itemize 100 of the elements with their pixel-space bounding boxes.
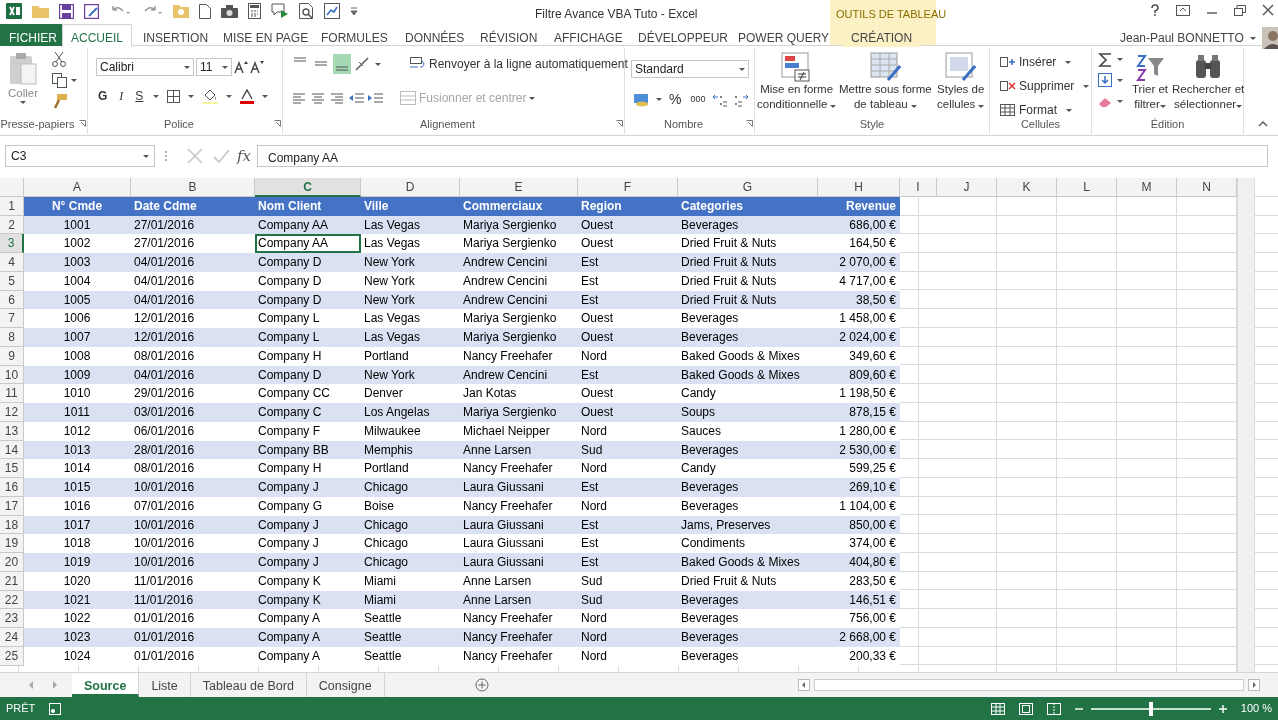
caret-icon[interactable]	[71, 79, 77, 82]
ribbon-tab[interactable]: RÉVISION	[471, 24, 547, 47]
ribbon-display-icon[interactable]	[1176, 4, 1190, 16]
increase-decimal-icon[interactable]	[712, 92, 729, 107]
close-icon[interactable]	[1262, 4, 1274, 16]
dialog-launcher-icon[interactable]	[746, 120, 753, 127]
copy-icon[interactable]	[52, 73, 67, 88]
page-layout-icon[interactable]	[1018, 702, 1033, 715]
column-header[interactable]: H	[818, 178, 900, 197]
bold-button[interactable]: G	[96, 86, 110, 106]
dialog-launcher-icon[interactable]	[616, 120, 623, 127]
column-header[interactable]: M	[1117, 178, 1177, 197]
save-as-icon[interactable]	[84, 3, 99, 19]
speech-play-icon[interactable]	[271, 3, 289, 19]
fill-down-icon[interactable]	[1098, 73, 1113, 88]
new-sheet-icon[interactable]	[474, 678, 489, 692]
ribbon-tab[interactable]: ACCUEIL	[62, 24, 132, 47]
print-preview-icon[interactable]	[299, 3, 314, 19]
active-cell[interactable]: Company AA	[255, 234, 361, 253]
normal-view-icon[interactable]	[990, 702, 1005, 715]
ribbon-tab[interactable]: DONNÉES	[396, 24, 474, 47]
row-header[interactable]: 8	[0, 328, 24, 347]
fill-color-icon[interactable]	[202, 88, 219, 104]
dialog-launcher-icon[interactable]	[79, 120, 86, 127]
customize-arrow-icon[interactable]	[350, 6, 358, 16]
column-header[interactable]: K	[997, 178, 1057, 197]
caret-icon[interactable]	[1117, 79, 1123, 82]
caret-icon[interactable]	[188, 94, 195, 98]
sort-filter-button[interactable]: Trier et filtrer	[1132, 52, 1168, 112]
font-color-icon[interactable]	[240, 88, 255, 104]
column-header[interactable]: J	[937, 178, 997, 197]
column-header[interactable]: L	[1057, 178, 1117, 197]
caret-icon[interactable]	[153, 94, 160, 98]
help-icon[interactable]	[1150, 4, 1160, 16]
column-header[interactable]: A	[24, 178, 131, 197]
number-format-dropdown[interactable]: Standard	[631, 60, 749, 78]
row-header[interactable]: 11	[0, 384, 24, 403]
calculator-icon[interactable]	[248, 3, 261, 19]
percent-button[interactable]: %	[667, 88, 684, 111]
column-header[interactable]: E	[460, 178, 578, 197]
style-gallery-button[interactable]: Styles de cellules	[937, 52, 985, 112]
zoom-in-icon[interactable]	[1218, 704, 1227, 713]
currency-icon[interactable]	[633, 92, 651, 107]
caret-icon[interactable]	[222, 65, 228, 69]
new-document-icon[interactable]	[199, 3, 211, 19]
caret-icon[interactable]	[1117, 100, 1123, 103]
page-break-icon[interactable]	[1046, 702, 1061, 715]
row-header[interactable]: 24	[0, 628, 24, 647]
macro-record-icon[interactable]	[49, 702, 62, 715]
underline-button[interactable]: S	[133, 86, 146, 106]
column-header[interactable]: G	[678, 178, 818, 197]
horizontal-scrollbar[interactable]	[814, 679, 1244, 691]
insert-function-button[interactable]: fx	[237, 144, 251, 168]
dialog-launcher-icon[interactable]	[274, 120, 281, 127]
paste-button[interactable]: Coller	[8, 52, 39, 104]
find-select-button[interactable]: Rechercher et sélectionner	[1172, 52, 1245, 112]
thousands-separator-button[interactable]: 000	[688, 91, 708, 108]
borders-icon[interactable]	[167, 89, 181, 103]
caret-icon[interactable]	[20, 100, 26, 104]
caret-icon[interactable]	[375, 62, 381, 66]
column-header[interactable]: F	[578, 178, 678, 197]
scissors-icon[interactable]	[52, 52, 66, 67]
caret-icon[interactable]	[184, 65, 190, 69]
row-header[interactable]: 4	[0, 253, 24, 272]
sum-icon[interactable]	[1098, 52, 1113, 67]
font-name-dropdown[interactable]: Calibri	[96, 58, 194, 76]
row-header[interactable]: 15	[0, 459, 24, 478]
style-gallery-button[interactable]: Mise en forme conditionnelle	[757, 52, 837, 112]
cells-button[interactable]: Insérer	[998, 52, 1074, 72]
font-grow-icon[interactable]	[234, 60, 248, 74]
sheet-tab[interactable]: Source	[72, 673, 140, 697]
column-header[interactable]: I	[900, 178, 937, 197]
increase-indent-icon[interactable]	[367, 91, 383, 105]
row-header[interactable]: 19	[0, 534, 24, 553]
row-header[interactable]: 7	[0, 309, 24, 328]
chart-window-icon[interactable]	[324, 3, 340, 19]
column-header[interactable]: D	[361, 178, 460, 197]
ribbon-tab[interactable]: AFFICHAGE	[545, 24, 632, 47]
vertical-scrollbar[interactable]	[1237, 178, 1255, 672]
excel-logo-icon[interactable]	[6, 3, 22, 19]
caret-icon[interactable]	[739, 67, 745, 71]
user-name[interactable]: Jean-Paul BONNETTO	[1120, 29, 1244, 47]
save-icon[interactable]	[59, 3, 74, 19]
decrease-decimal-icon[interactable]	[733, 92, 750, 107]
row-header[interactable]: 23	[0, 609, 24, 628]
column-header[interactable]: N	[1177, 178, 1237, 197]
row-header[interactable]: 20	[0, 553, 24, 572]
italic-button[interactable]: I	[117, 86, 126, 106]
star-folder-icon[interactable]	[173, 4, 189, 18]
row-header[interactable]: 3	[0, 234, 24, 253]
caret-icon[interactable]	[656, 98, 662, 101]
camera-icon[interactable]	[221, 4, 238, 18]
collapse-ribbon-icon[interactable]	[1258, 120, 1268, 127]
font-shrink-icon[interactable]	[250, 60, 264, 74]
name-box[interactable]: C3	[5, 145, 155, 167]
row-header[interactable]: 12	[0, 403, 24, 422]
wrap-text-button[interactable]: Renvoyer à la ligne automatiquement	[408, 54, 630, 74]
cells-button[interactable]: Supprimer	[998, 76, 1092, 96]
column-header[interactable]: C	[255, 178, 361, 197]
format-painter-icon[interactable]	[52, 94, 67, 109]
